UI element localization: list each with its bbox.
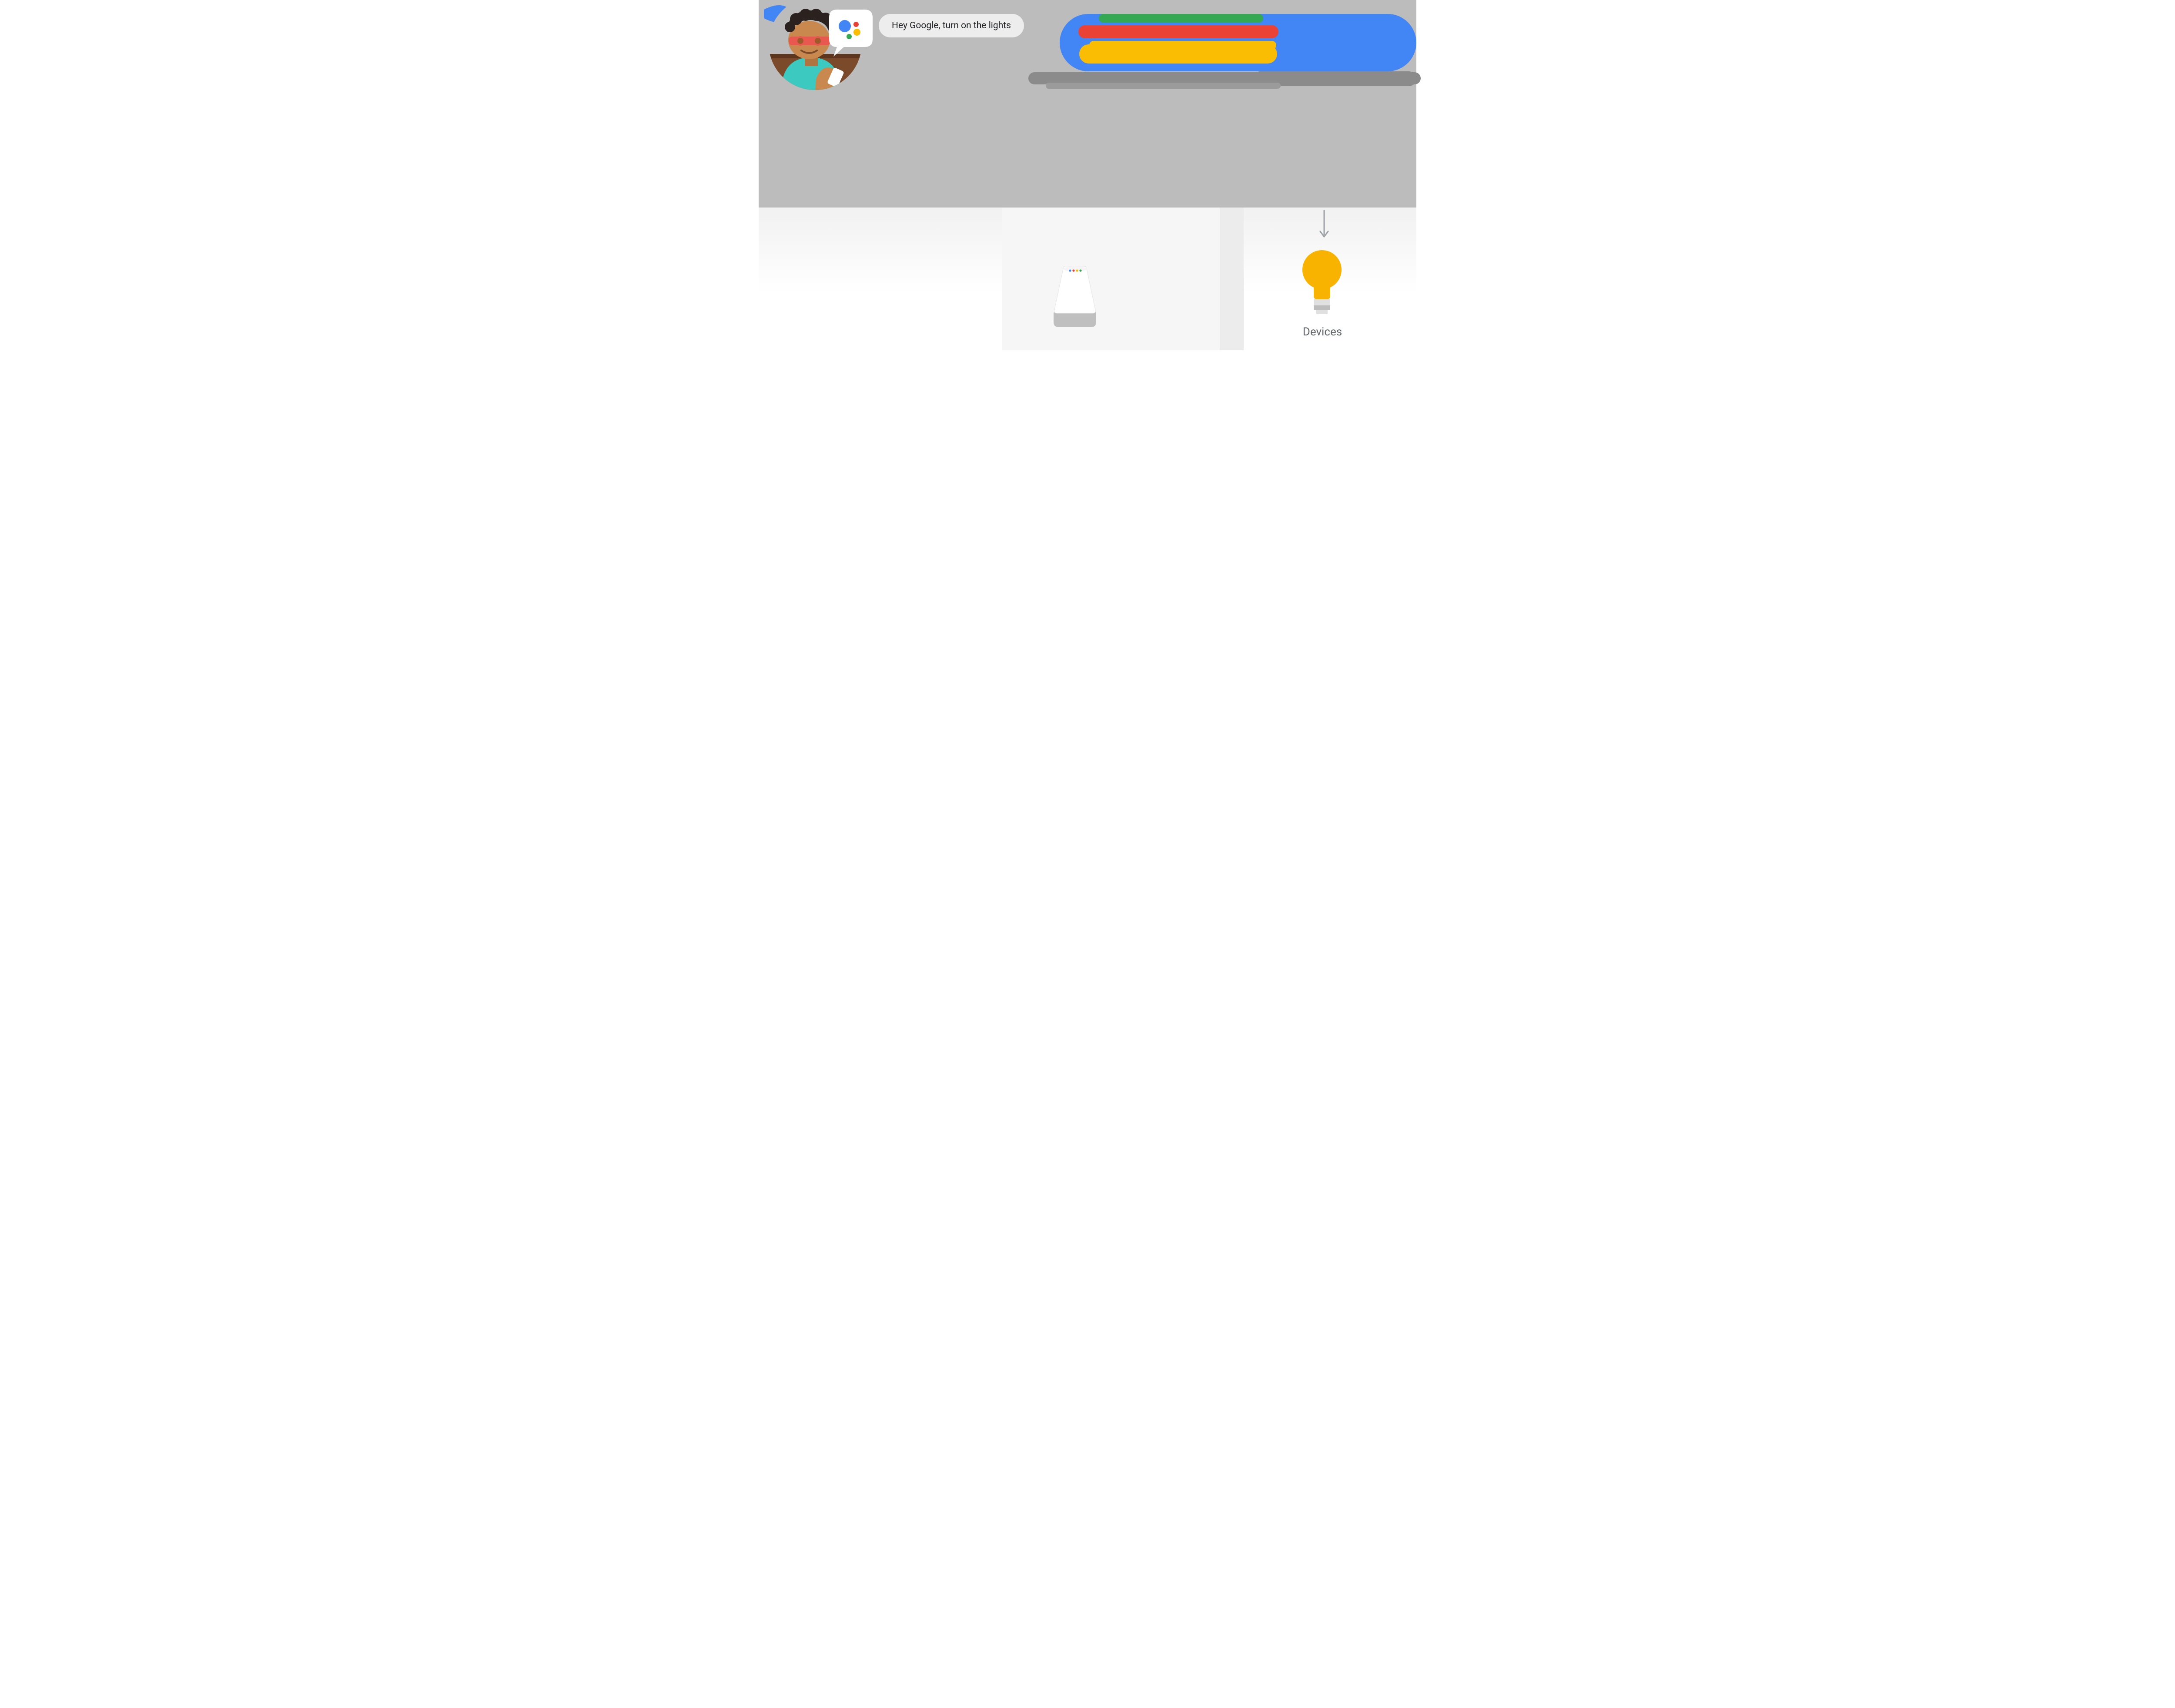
lightbulb-icon [1298,248,1346,318]
table-block-side [1220,208,1244,350]
diagram-canvas: Hey Google, turn on the lights [759,0,1416,350]
table-block-front [1002,208,1244,350]
user-avatar-icon [764,0,873,92]
motion-trail-green [1099,14,1263,23]
lightbulb [1298,248,1346,318]
user-avatar [764,0,873,94]
arrow-down [1319,210,1329,243]
google-home-speaker-icon [1047,266,1102,330]
motion-trail-yellow [1079,44,1277,64]
motion-trail-red [1078,25,1278,38]
voice-query-bubble: Hey Google, turn on the lights [879,14,1024,37]
motion-trail-gray-3 [1046,83,1281,89]
google-home-speaker [1047,266,1102,332]
voice-query-text: Hey Google, turn on the lights [892,20,1011,31]
devices-label: Devices [1282,325,1362,338]
arrow-down-icon [1319,210,1329,241]
